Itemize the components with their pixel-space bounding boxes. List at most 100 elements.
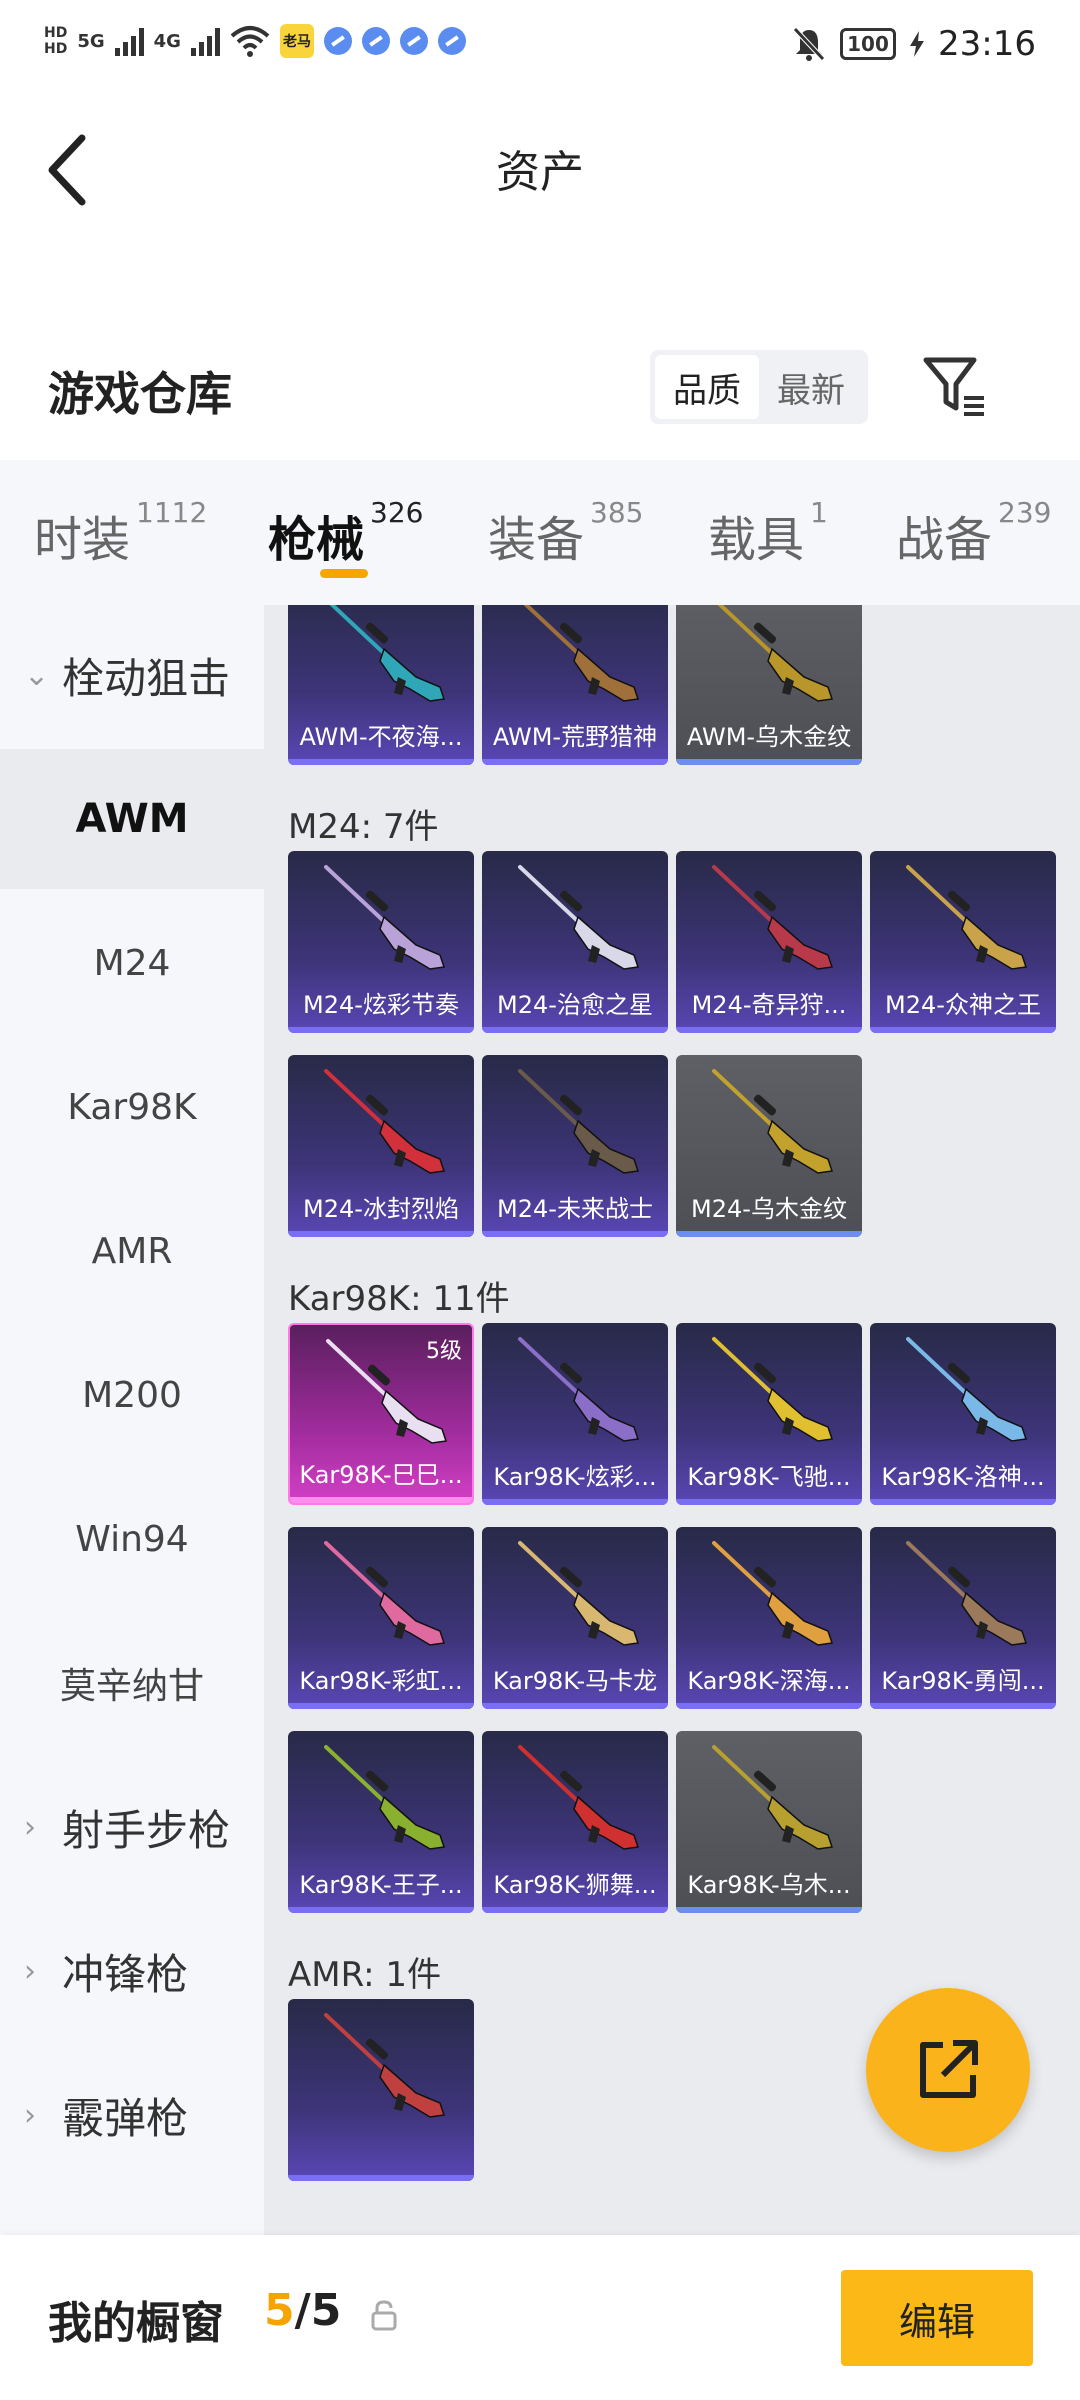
skin-card[interactable]: Kar98K-飞驰... bbox=[676, 1323, 862, 1505]
skin-card[interactable]: M24-奇异狩... bbox=[676, 851, 862, 1033]
signal-icon-2 bbox=[190, 26, 220, 56]
sidebar-item-label: 莫辛纳甘 bbox=[59, 1666, 204, 1707]
sidebar-item-smg[interactable]: › 冲锋枪 bbox=[0, 1901, 264, 2041]
notification-icon bbox=[437, 27, 466, 55]
weapon-type-sidebar: ⌄ 栓动狙击 AWM M24 Kar98K AMR M200 Win94 莫辛纳甘… bbox=[0, 605, 264, 2235]
lock-icon bbox=[371, 2300, 397, 2331]
rarity-bar bbox=[676, 1499, 862, 1505]
tab-fashion[interactable]: 时装 1112 bbox=[34, 496, 207, 570]
sidebar-item-label: 栓动狙击 bbox=[62, 653, 231, 703]
skin-card[interactable]: 5级 Kar98K-巳巳... bbox=[288, 1323, 474, 1505]
skin-card[interactable]: Kar98K-王子... bbox=[288, 1731, 474, 1913]
skin-card[interactable] bbox=[288, 1999, 474, 2181]
sort-quality-button[interactable]: 品质 bbox=[655, 355, 759, 419]
rifle-icon bbox=[712, 865, 833, 970]
rifle-icon bbox=[324, 2013, 445, 2118]
skin-card[interactable]: Kar98K-彩虹... bbox=[288, 1527, 474, 1709]
skin-name: AWM-不夜海... bbox=[299, 723, 463, 751]
rarity-bar bbox=[870, 1499, 1056, 1505]
skin-card[interactable]: AWM-荒野猎神 bbox=[482, 605, 668, 765]
rifle-icon bbox=[324, 1069, 445, 1174]
sidebar-item-mosin-nagant[interactable]: 莫辛纳甘 bbox=[0, 1613, 264, 1753]
chevron-right-icon: › bbox=[24, 1953, 36, 1989]
sidebar-item-label: 射手步枪 bbox=[62, 1805, 231, 1855]
skin-name: M24-奇异狩... bbox=[691, 991, 847, 1019]
rarity-bar bbox=[482, 1907, 668, 1913]
rifle-icon bbox=[906, 1337, 1027, 1442]
skin-card[interactable]: Kar98K-马卡龙 bbox=[482, 1527, 668, 1709]
sidebar-item-label: M200 bbox=[82, 1374, 182, 1416]
share-button[interactable] bbox=[866, 1988, 1030, 2152]
tab-count: 1112 bbox=[136, 496, 208, 529]
skin-card[interactable]: AWM-不夜海... bbox=[288, 605, 474, 765]
skin-card[interactable]: Kar98K-勇闯... bbox=[870, 1527, 1056, 1709]
tab-firearms[interactable]: 枪械 326 bbox=[268, 496, 423, 570]
sort-latest-button[interactable]: 最新 bbox=[759, 355, 863, 419]
rifle-icon bbox=[906, 1541, 1027, 1646]
tab-label: 战备 bbox=[896, 512, 993, 568]
sidebar-item-kar98k[interactable]: Kar98K bbox=[0, 1037, 264, 1177]
section-title: AMR: 1件 bbox=[288, 1955, 442, 1995]
rifle-icon bbox=[518, 1541, 639, 1646]
skin-card[interactable]: Kar98K-乌木... bbox=[676, 1731, 862, 1913]
tab-label: 载具 bbox=[708, 512, 805, 568]
skin-card[interactable]: Kar98K-炫彩... bbox=[482, 1323, 668, 1505]
rarity-bar bbox=[482, 1499, 668, 1505]
sidebar-item-label: 冲锋枪 bbox=[62, 1949, 189, 1999]
skin-card[interactable]: Kar98K-洛神... bbox=[870, 1323, 1056, 1505]
showcase-total: 5 bbox=[310, 2285, 342, 2336]
rarity-bar bbox=[676, 1027, 862, 1033]
external-link-icon bbox=[920, 2040, 978, 2098]
tab-label: 时装 bbox=[34, 512, 131, 568]
charging-icon bbox=[910, 31, 925, 57]
status-right: 100 23:16 bbox=[792, 24, 1036, 64]
skin-card[interactable]: M24-众神之王 bbox=[870, 851, 1056, 1033]
sidebar-item-bolt-action-sniper[interactable]: ⌄ 栓动狙击 bbox=[0, 605, 264, 745]
rarity-bar bbox=[482, 759, 668, 765]
skin-card[interactable]: AWM-乌木金纹 bbox=[676, 605, 862, 765]
rarity-bar bbox=[676, 1231, 862, 1237]
sidebar-item-m24[interactable]: M24 bbox=[0, 893, 264, 1033]
sidebar-item-marksman-rifles[interactable]: › 射手步枪 bbox=[0, 1757, 264, 1897]
skin-card[interactable]: M24-未来战士 bbox=[482, 1055, 668, 1237]
skin-name: Kar98K-炫彩... bbox=[493, 1463, 657, 1491]
sidebar-item-shotguns[interactable]: › 霰弹枪 bbox=[0, 2045, 264, 2185]
rarity-bar bbox=[288, 2175, 474, 2181]
level-badge: 5级 bbox=[426, 1339, 462, 1364]
rifle-icon bbox=[518, 1069, 639, 1174]
mute-bell-icon bbox=[793, 27, 825, 61]
sidebar-item-label: AMR bbox=[91, 1230, 173, 1272]
skin-name: M24-冰封烈焰 bbox=[303, 1195, 459, 1223]
skin-card[interactable]: M24-冰封烈焰 bbox=[288, 1055, 474, 1237]
skin-name: Kar98K-洛神... bbox=[881, 1463, 1045, 1491]
category-tabs: 时装 1112 枪械 326 装备 385 载具 1 战备 239 bbox=[0, 460, 1080, 605]
sidebar-item-m200[interactable]: M200 bbox=[0, 1325, 264, 1465]
hd-label-2: HD bbox=[44, 41, 68, 57]
rifle-icon bbox=[518, 865, 639, 970]
skin-name bbox=[288, 2133, 474, 2173]
skin-card[interactable]: M24-治愈之星 bbox=[482, 851, 668, 1033]
tab-supplies[interactable]: 战备 239 bbox=[896, 496, 1051, 570]
wifi-icon bbox=[230, 26, 270, 57]
skin-name: Kar98K-飞驰... bbox=[687, 1463, 851, 1491]
rarity-bar bbox=[288, 1907, 474, 1913]
hd-label-1: HD bbox=[44, 25, 68, 41]
rarity-bar bbox=[288, 1231, 474, 1237]
sidebar-item-awm[interactable]: AWM bbox=[0, 749, 264, 889]
tab-equipment[interactable]: 装备 385 bbox=[488, 496, 643, 570]
skin-card[interactable]: M24-乌木金纹 bbox=[676, 1055, 862, 1237]
sidebar-item-amr[interactable]: AMR bbox=[0, 1181, 264, 1321]
sidebar-item-label: Kar98K bbox=[67, 1086, 197, 1128]
skin-name: AWM-荒野猎神 bbox=[492, 723, 658, 751]
tab-vehicles[interactable]: 载具 1 bbox=[708, 496, 828, 570]
filter-icon[interactable] bbox=[920, 352, 990, 422]
skin-card[interactable]: Kar98K-深海... bbox=[676, 1527, 862, 1709]
skin-card[interactable]: M24-炫彩节奏 bbox=[288, 851, 474, 1033]
edit-button[interactable]: 编辑 bbox=[841, 2270, 1033, 2366]
rarity-bar bbox=[288, 759, 474, 765]
sidebar-item-win94[interactable]: Win94 bbox=[0, 1469, 264, 1609]
rifle-icon bbox=[324, 1745, 445, 1850]
rarity-bar bbox=[482, 1231, 668, 1237]
rifle-icon bbox=[518, 1745, 639, 1850]
skin-card[interactable]: Kar98K-狮舞... bbox=[482, 1731, 668, 1913]
